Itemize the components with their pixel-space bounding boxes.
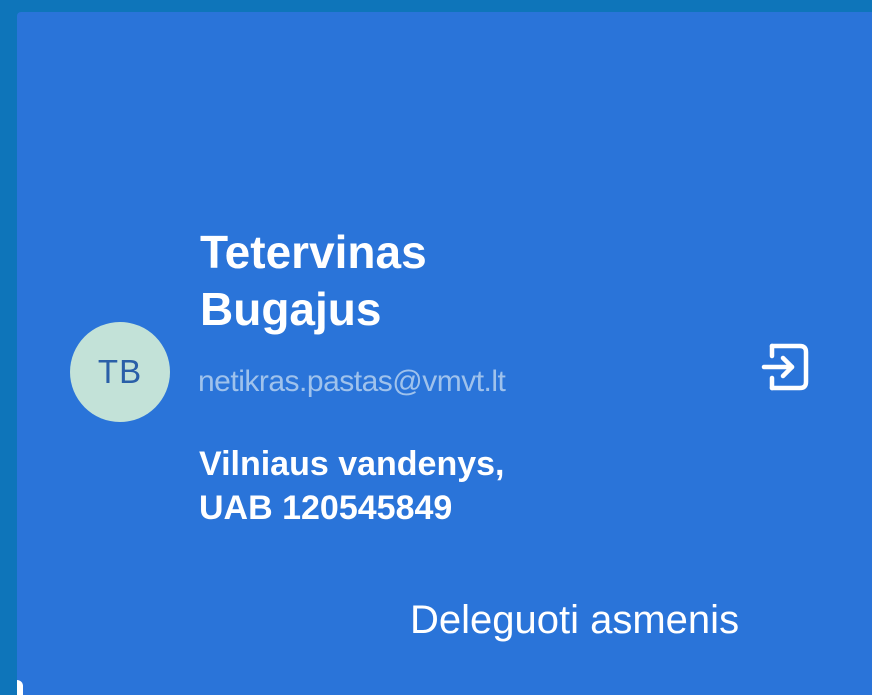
avatar-initials: TB: [97, 353, 143, 390]
organization-name: Vilniaus vandenys,: [199, 445, 505, 483]
logout-icon: [761, 343, 809, 391]
user-first-name: Tetervinas: [200, 226, 427, 278]
user-profile-card: TB Tetervinas Bugajus netikras.pastas@vm…: [17, 12, 872, 695]
user-organization: Vilniaus vandenys, UAB 120545849: [199, 442, 629, 530]
user-email: netikras.pastas@vmvt.lt: [198, 365, 506, 398]
delegate-persons-link[interactable]: Deleguoti asmenis: [410, 598, 739, 643]
app-frame: TB Tetervinas Bugajus netikras.pastas@vm…: [0, 0, 872, 695]
user-last-name: Bugajus: [200, 283, 382, 335]
scroll-corner-mark: [17, 680, 23, 695]
organization-code: UAB 120545849: [199, 489, 453, 527]
avatar: TB: [70, 322, 170, 422]
user-name: Tetervinas Bugajus: [200, 224, 560, 338]
logout-button[interactable]: [752, 334, 818, 400]
